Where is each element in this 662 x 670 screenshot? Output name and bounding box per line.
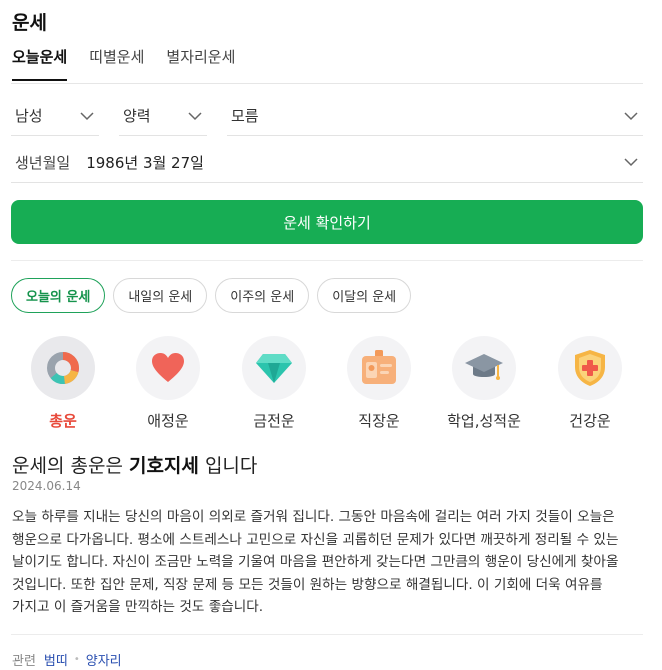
pill-today[interactable]: 오늘의 운세 [11,278,106,313]
category-label: 건강운 [569,412,611,430]
donut-chart-icon [47,352,79,384]
gender-select-value: 남성 [15,107,43,125]
chevron-down-icon [624,158,638,167]
result-body: 오늘 하루를 지내는 당신의 마음이 의외로 즐거워 집니다. 그동안 마음속에… [12,509,619,615]
tab-zodiac-animal-fortune[interactable]: 띠별운세 [89,46,144,81]
birth-time-value: 모름 [231,107,259,125]
tabs-divider [11,83,643,84]
related-link-aries[interactable]: 양자리 [86,650,122,669]
id-badge-icon [362,350,396,384]
option-selects: 남성 양력 모름 [11,96,643,136]
category-label: 애정운 [147,412,189,430]
category-overall[interactable]: 총운 [8,336,118,431]
calendar-type-select[interactable]: 양력 [119,96,207,136]
graduation-cap-icon [465,354,503,380]
category-icon-bg [558,336,622,400]
health-shield-icon [575,350,605,386]
period-pills: 오늘의 운세 내일의 운세 이주의 운세 이달의 운세 [11,278,412,313]
result-title-prefix: 운세의 총운은 [12,455,123,477]
birth-date-label: 생년월일 [15,153,71,172]
category-love[interactable]: 애정운 [113,336,223,431]
pill-tomorrow[interactable]: 내일의 운세 [113,278,208,313]
gender-select[interactable]: 남성 [11,96,99,136]
category-work[interactable]: 직장운 [324,336,434,431]
chevron-down-icon [80,112,94,121]
birth-date-select[interactable]: 생년월일 1986년 3월 27일 [11,142,643,183]
chevron-down-icon [624,112,638,121]
diamond-icon [256,354,292,383]
category-label: 금전운 [253,412,295,430]
category-icon-bg [242,336,306,400]
check-fortune-button[interactable]: 운세 확인하기 [11,200,643,244]
tab-today-fortune[interactable]: 오늘운세 [12,46,68,81]
category-label: 학업,성적운 [447,412,521,430]
separator-dot: • [73,654,80,665]
category-study[interactable]: 학업,성적운 [429,336,539,431]
result-title: 운세의 총운은 기호지세 입니다 [12,451,257,478]
fortune-tabs: 오늘운세 띠별운세 별자리운세 [12,46,235,81]
category-icon-bg [136,336,200,400]
pill-this-month[interactable]: 이달의 운세 [317,278,412,313]
birth-time-select[interactable]: 모름 [227,96,643,136]
category-icon-bg [31,336,95,400]
birth-date-value: 1986년 3월 27일 [86,153,204,172]
related-links: 관련 범띠 • 양자리 [12,650,122,669]
tab-star-sign-fortune[interactable]: 별자리운세 [166,46,235,81]
category-icon-bg [347,336,411,400]
category-icon-bg [452,336,516,400]
pill-this-week[interactable]: 이주의 운세 [215,278,310,313]
category-health[interactable]: 건강운 [535,336,645,431]
page-title: 운세 [12,12,47,34]
related-link-tiger[interactable]: 범띠 [44,650,68,669]
category-label: 직장운 [358,412,400,430]
chevron-down-icon [188,112,202,121]
calendar-type-value: 양력 [123,107,151,125]
category-label: 총운 [49,412,77,430]
result-title-highlight: 기호지세 [128,455,199,477]
heart-icon [152,353,184,382]
section-divider [11,634,643,635]
category-money[interactable]: 금전운 [219,336,329,431]
result-date: 2024.06.14 [12,479,81,493]
section-divider [11,260,643,261]
result-title-suffix: 입니다 [204,455,258,477]
related-label: 관련 [12,654,36,669]
fortune-categories: 총운 애정운 금전운 직장운 학업,성적운 건강운 [0,336,662,436]
